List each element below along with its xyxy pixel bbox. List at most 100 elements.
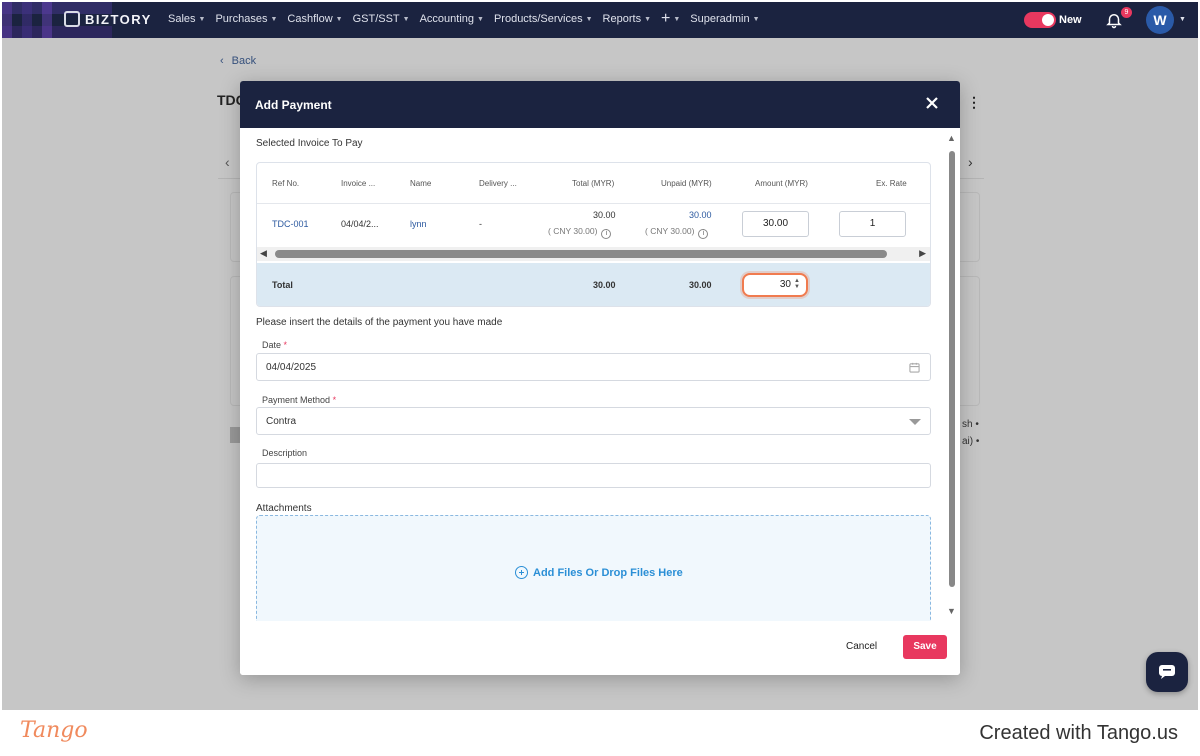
background-text: sh •: [962, 419, 979, 430]
nav-purchases[interactable]: Purchases ▼: [215, 13, 277, 25]
unpaid-sum: 30.00: [689, 280, 712, 290]
new-ui-toggle[interactable]: [1024, 12, 1056, 28]
scroll-down-icon[interactable]: ▼: [947, 606, 956, 616]
modal-header: Add Payment: [240, 81, 960, 128]
toggle-label: New: [1059, 14, 1082, 26]
column-header: Invoice ...: [341, 179, 376, 188]
scroll-up-icon[interactable]: ▲: [947, 133, 956, 143]
save-button[interactable]: Save: [903, 635, 947, 659]
payment-method-label: Payment Method *: [262, 395, 337, 405]
total-amount-value: 30: [779, 279, 791, 290]
tango-footer: Tango Created with Tango.us: [0, 710, 1200, 756]
column-header: Delivery ...: [479, 179, 517, 188]
nav-products-services[interactable]: Products/Services ▼: [494, 13, 593, 25]
nav-cashflow[interactable]: Cashflow ▼: [287, 13, 342, 25]
nav-superadmin[interactable]: Superadmin ▼: [690, 13, 759, 25]
chevron-down-icon: ▼: [335, 15, 343, 23]
description-input[interactable]: [256, 463, 931, 488]
cancel-button[interactable]: Cancel: [846, 641, 877, 652]
calendar-icon[interactable]: [909, 362, 920, 373]
back-link[interactable]: ‹ Back: [220, 55, 256, 67]
vertical-scrollbar[interactable]: ▲ ▼: [947, 133, 957, 619]
modal-footer: Cancel Save: [240, 621, 960, 675]
chevron-down-icon: ▼: [644, 15, 652, 23]
payment-method-value: Contra: [266, 416, 297, 427]
scrollbar-thumb[interactable]: [949, 151, 955, 587]
chevron-left-icon[interactable]: ‹: [225, 154, 230, 170]
file-dropzone[interactable]: Add Files Or Drop Files Here: [256, 515, 931, 635]
background-text: ai) •: [962, 436, 980, 447]
top-navigation: BIZTORY Sales ▼ Purchases ▼ Cashflow ▼ GST/…: [2, 2, 1198, 38]
column-header: Ref No.: [272, 179, 300, 188]
chevron-down-icon: ▼: [673, 15, 681, 23]
total-row: Total 30.00 30.00 30 ▲ ▼: [257, 263, 930, 306]
attachments-label: Attachments: [256, 503, 312, 514]
plus-circle-icon: [515, 566, 528, 579]
chevron-right-icon[interactable]: ›: [968, 154, 973, 170]
payment-method-select[interactable]: Contra: [256, 407, 931, 435]
scrollbar-thumb[interactable]: [275, 250, 887, 258]
delivery-value: -: [479, 219, 482, 229]
details-instruction: Please insert the details of the payment…: [256, 317, 503, 328]
chevron-down-icon: ▼: [752, 15, 760, 23]
invoice-table: Ref No. Invoice ... Name Delivery ... To…: [256, 162, 931, 307]
column-header: Amount (MYR): [755, 179, 808, 188]
scroll-left-icon[interactable]: ◀: [260, 248, 267, 259]
nav-accounting[interactable]: Accounting ▼: [420, 13, 484, 25]
chat-button[interactable]: [1146, 652, 1188, 692]
chevron-down-icon: [909, 419, 921, 425]
chevron-down-icon: ▼: [477, 15, 484, 23]
ref-link[interactable]: TDC-001: [272, 219, 309, 229]
nav-gst-sst[interactable]: GST/SST ▼: [353, 13, 410, 25]
brand-logo[interactable]: BIZTORY: [64, 11, 152, 27]
total-amount-input[interactable]: 30 ▲ ▼: [742, 273, 808, 297]
date-value: 04/04/2025: [266, 362, 317, 373]
column-header: Name: [410, 179, 432, 188]
close-icon[interactable]: [924, 95, 940, 111]
total-sub: ( CNY 30.00) i: [548, 226, 612, 239]
divider: [257, 203, 930, 204]
info-icon[interactable]: i: [698, 229, 709, 239]
description-label: Description: [262, 448, 308, 458]
horizontal-scrollbar[interactable]: ◀ ▶: [257, 247, 930, 261]
chevron-down-icon: ▼: [402, 15, 410, 23]
column-header: Unpaid (MYR): [661, 179, 712, 188]
main-menu: Sales ▼ Purchases ▼ Cashflow ▼ GST/SST ▼ Acc…: [168, 10, 760, 27]
app-frame: BIZTORY Sales ▼ Purchases ▼ Cashflow ▼ GST/…: [2, 2, 1198, 710]
more-options-icon[interactable]: ⋮: [967, 94, 981, 111]
brand-name: BIZTORY: [85, 11, 152, 27]
required-marker: *: [283, 340, 288, 350]
required-marker: *: [332, 395, 337, 405]
chat-icon: [1159, 665, 1175, 679]
unpaid-sub: ( CNY 30.00) i: [645, 226, 709, 239]
modal-title: Add Payment: [255, 98, 332, 112]
selected-invoice-label: Selected Invoice To Pay: [256, 138, 363, 149]
nav-sales[interactable]: Sales ▼: [168, 13, 205, 25]
avatar[interactable]: W: [1146, 6, 1174, 34]
total-sum: 30.00: [593, 280, 616, 290]
brand-icon: [64, 11, 80, 27]
amount-input[interactable]: 30.00: [742, 211, 809, 237]
notification-badge: 9: [1121, 7, 1132, 18]
created-with-text: Created with Tango.us: [979, 722, 1178, 744]
chevron-down-icon[interactable]: ▼: [1179, 16, 1186, 23]
plus-icon: +: [661, 10, 671, 27]
total-label: Total: [272, 280, 293, 290]
tango-logo: Tango: [20, 718, 88, 743]
spinner-icon[interactable]: ▲ ▼: [794, 278, 800, 290]
exchange-rate-input[interactable]: 1: [839, 211, 906, 237]
customer-name[interactable]: lynn: [410, 219, 427, 229]
add-files-button[interactable]: Add Files Or Drop Files Here: [515, 566, 683, 579]
chevron-down-icon: ▼: [585, 15, 593, 23]
nav-reports[interactable]: Reports ▼: [603, 13, 651, 25]
column-header: Ex. Rate: [876, 179, 907, 188]
info-icon[interactable]: i: [601, 229, 612, 239]
invoice-date: 04/04/2...: [341, 219, 379, 229]
nav-quick-add[interactable]: + ▼: [661, 10, 681, 27]
scroll-right-icon[interactable]: ▶: [919, 248, 926, 259]
unpaid-value: 30.00: [689, 210, 712, 220]
date-field[interactable]: 04/04/2025: [256, 353, 931, 381]
total-value: 30.00: [593, 210, 616, 220]
date-label: Date *: [262, 340, 288, 350]
chevron-left-icon: ‹: [220, 55, 224, 67]
